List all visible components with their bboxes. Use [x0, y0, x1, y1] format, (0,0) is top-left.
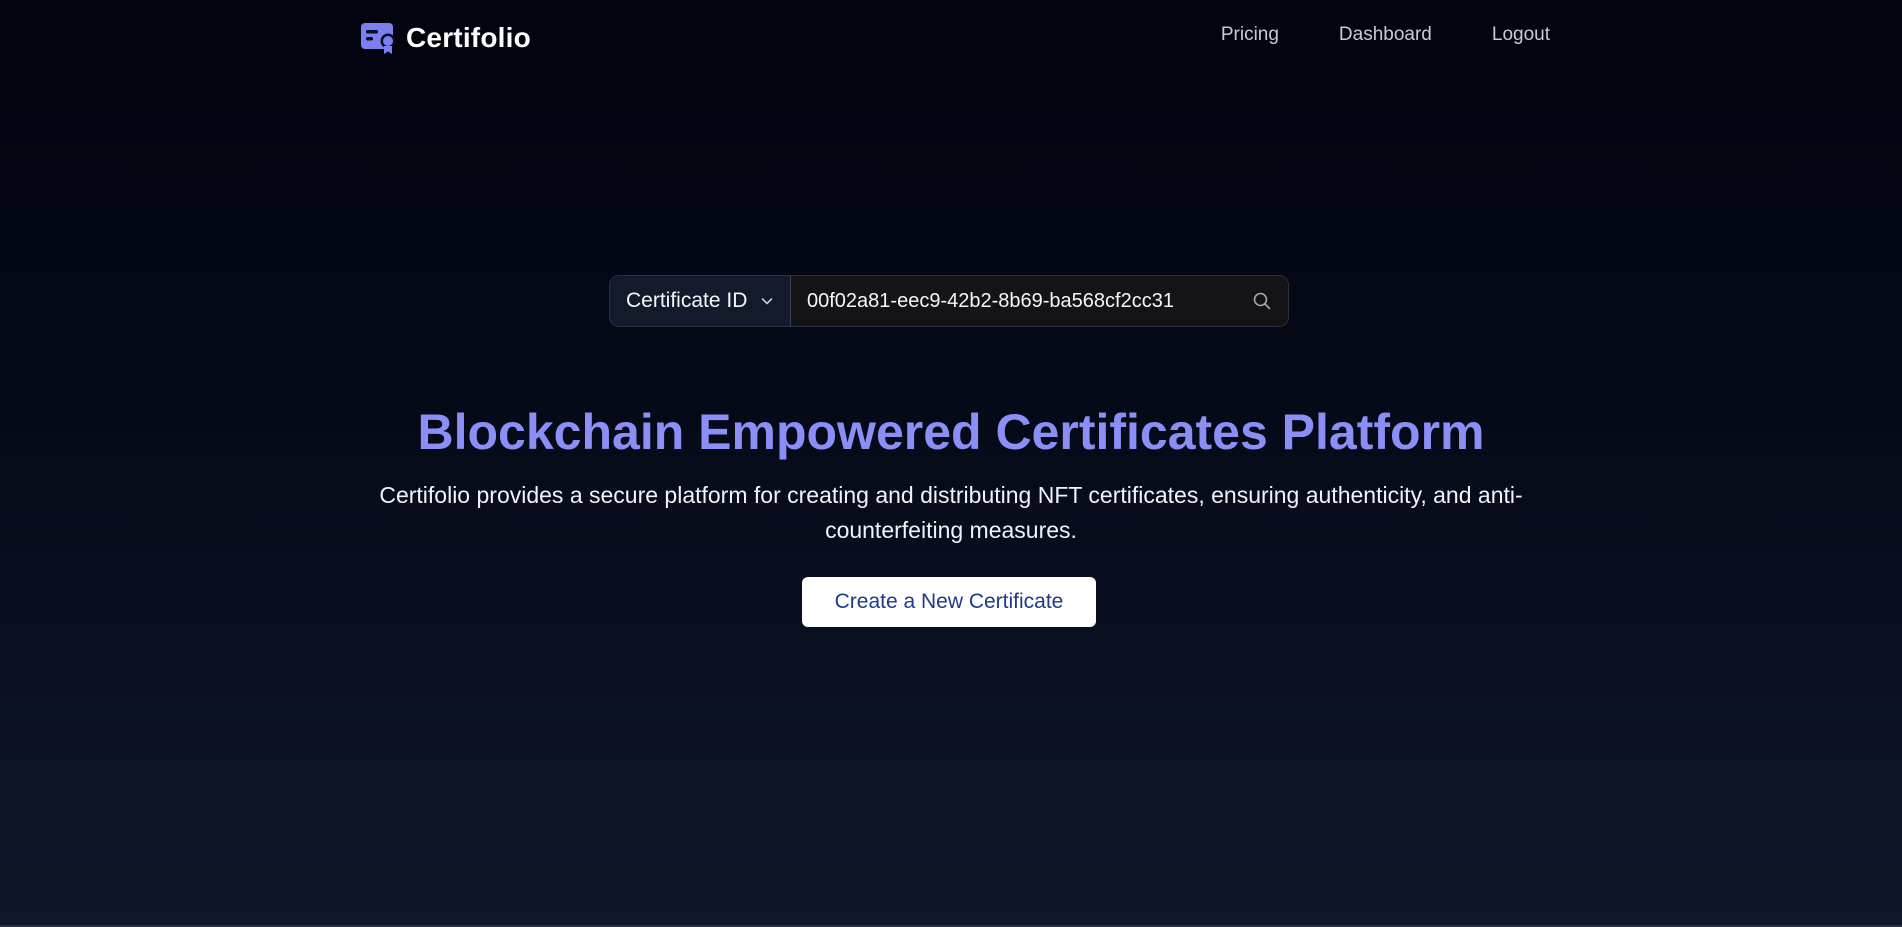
hero-description: Certifolio provides a secure platform fo… [379, 482, 1523, 543]
nav-logout-link[interactable]: Logout [1492, 24, 1550, 46]
search-type-select[interactable]: Certificate ID [610, 276, 791, 326]
certificate-search-bar: Certificate ID [609, 275, 1289, 327]
chevron-down-icon [761, 298, 773, 305]
main-nav: Pricing Dashboard Logout [1221, 24, 1550, 46]
search-type-label: Certificate ID [626, 289, 748, 312]
nav-dashboard-link[interactable]: Dashboard [1339, 24, 1432, 46]
search-icon[interactable] [1252, 291, 1272, 311]
certificate-id-input[interactable] [807, 276, 1252, 326]
brand-name: Certifolio [406, 22, 531, 53]
create-certificate-button[interactable]: Create a New Certificate [802, 577, 1096, 627]
search-input-wrapper [791, 276, 1288, 326]
top-navbar: Certifolio Pricing Dashboard Logout [0, 0, 1902, 76]
certificate-logo-icon [361, 23, 396, 54]
hero-title: Blockchain Empowered Certificates Platfo… [417, 404, 1485, 460]
nav-pricing-link[interactable]: Pricing [1221, 24, 1279, 46]
brand[interactable]: Certifolio [360, 19, 531, 57]
